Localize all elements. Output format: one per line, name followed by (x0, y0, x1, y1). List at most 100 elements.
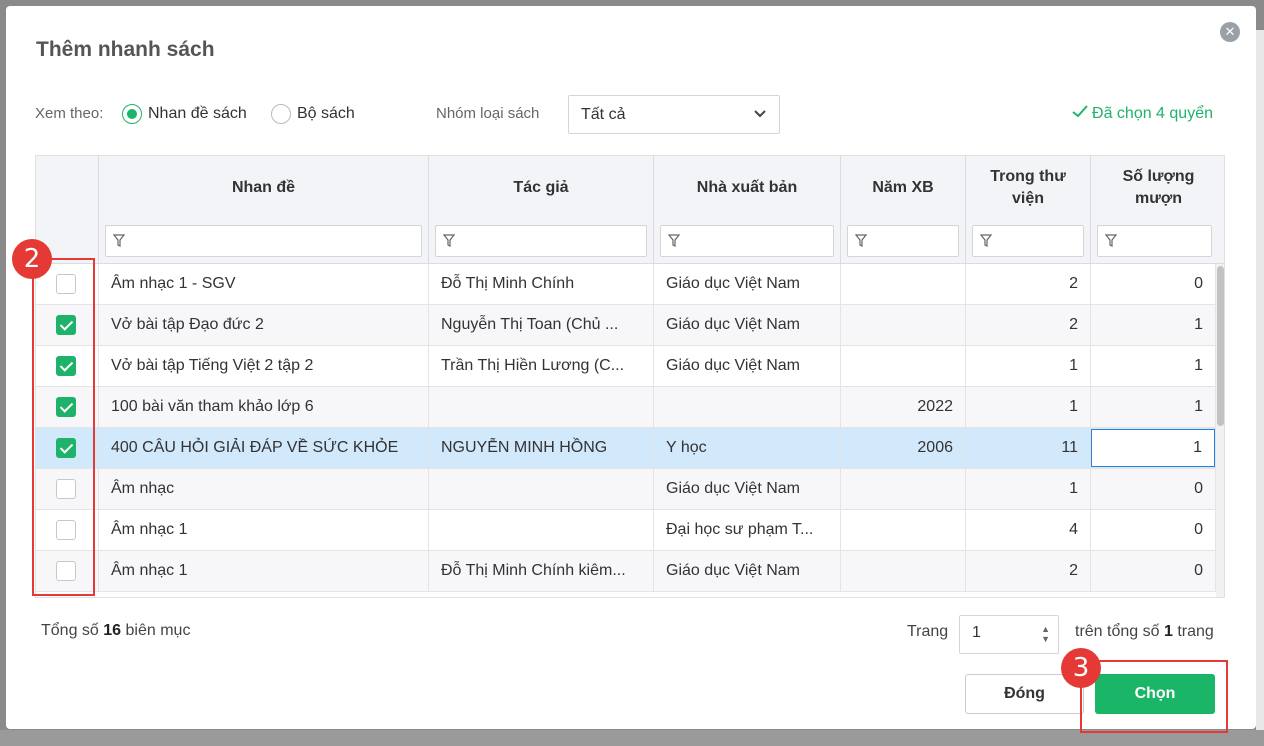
selected-count-text: Đã chọn 4 quyển (1092, 105, 1213, 122)
radio-by-series[interactable]: Bộ sách (271, 104, 355, 124)
cell-title: Âm nhạc 1 (99, 551, 429, 592)
cell-author (429, 510, 654, 551)
book-group-label: Nhóm loại sách (436, 105, 540, 122)
cell-in-library: 4 (966, 510, 1091, 551)
table-row[interactable]: Vở bài tập Đạo đức 2 Nguyễn Thị Toan (Chủ… (36, 305, 1216, 346)
cell-title: Vở bài tập Tiếng Việt 2 tập 2 (99, 346, 429, 387)
cell-title: 100 bài văn tham khảo lớp 6 (99, 387, 429, 428)
page-total-count: 1 (1163, 623, 1173, 640)
table-row[interactable]: Âm nhạc 1 Đại học sư phạm T... 4 0 (36, 510, 1216, 551)
cell-borrow-qty: 0 (1091, 264, 1216, 305)
table-row[interactable]: Âm nhạc 1 - SGV Đỗ Thị Minh Chính Giáo dục… (36, 264, 1216, 305)
cell-borrow-qty: 1 (1091, 305, 1216, 346)
selected-count-status: Đã chọn 4 quyển (1071, 105, 1213, 123)
page-number-input[interactable]: 1 ▲ ▼ (959, 615, 1059, 654)
header-borrow-qty-label: Số lượng mượn (1122, 168, 1195, 207)
table-row[interactable]: 400 CÂU HỎI GIẢI ĐÁP VỀ SỨC KHỎE NGUYỄN M… (36, 428, 1216, 469)
filter-year-input[interactable] (847, 225, 959, 257)
total-suffix: biên mục (125, 622, 191, 639)
header-author-label: Tác giả (513, 179, 569, 196)
cell-publisher (654, 387, 841, 428)
filter-in-library-input[interactable] (972, 225, 1084, 257)
cell-title: Âm nhạc (99, 469, 429, 510)
filter-icon (980, 234, 992, 247)
filter-icon (443, 234, 455, 247)
dialog-title: Thêm nhanh sách (36, 38, 215, 61)
cell-borrow-qty: 0 (1091, 510, 1216, 551)
filter-icon (855, 234, 867, 247)
cell-year (841, 346, 966, 387)
annotation-choose-highlight (1080, 660, 1228, 733)
table-row[interactable]: Vở bài tập Tiếng Việt 2 tập 2 Trần Thị Hi… (36, 346, 1216, 387)
cell-year (841, 469, 966, 510)
total-prefix: Tổng số (41, 622, 99, 639)
book-group-select[interactable]: Tất cả (568, 95, 780, 134)
scrollbar-thumb[interactable] (1217, 266, 1224, 426)
close-icon: ✕ (1224, 24, 1236, 39)
annotation-badge-2: 2 (12, 239, 52, 279)
cell-year (841, 305, 966, 346)
table-row[interactable]: 100 bài văn tham khảo lớp 6 2022 1 1 (36, 387, 1216, 428)
cell-borrow-qty: 1 (1091, 346, 1216, 387)
total-records: Tổng số 16 biên mục (41, 622, 190, 640)
filter-title-input[interactable] (105, 225, 422, 257)
filter-author-input[interactable] (435, 225, 647, 257)
cell-author: Đỗ Thị Minh Chính kiêm... (429, 551, 654, 592)
cell-in-library: 1 (966, 387, 1091, 428)
cell-in-library: 2 (966, 551, 1091, 592)
cell-author: NGUYỄN MINH HỒNG (429, 428, 654, 469)
annotation-checkbox-highlight (32, 258, 95, 596)
cell-publisher: Y học (654, 428, 841, 469)
cell-borrow-qty: 0 (1091, 469, 1216, 510)
cell-publisher: Giáo dục Việt Nam (654, 469, 841, 510)
view-by-label: Xem theo: (35, 105, 104, 122)
cell-title: Âm nhạc 1 - SGV (99, 264, 429, 305)
cell-author: Nguyễn Thị Toan (Chủ ... (429, 305, 654, 346)
table-row[interactable]: Âm nhạc Giáo dục Việt Nam 1 0 (36, 469, 1216, 510)
header-in-library-label: Trong thư viện (990, 168, 1066, 207)
cell-publisher: Giáo dục Việt Nam (654, 305, 841, 346)
cell-author (429, 387, 654, 428)
filter-bar: Xem theo: Nhan đề sách Bộ sách Nhóm loại… (35, 95, 1225, 135)
header-year: Năm XB (841, 156, 966, 264)
radio-by-title-label: Nhan đề sách (148, 105, 247, 122)
cell-in-library: 11 (966, 428, 1091, 469)
cell-publisher: Giáo dục Việt Nam (654, 346, 841, 387)
cell-title: Âm nhạc 1 (99, 510, 429, 551)
borrow-qty-input[interactable]: 1 (1091, 429, 1215, 467)
page-total-prefix: trên tổng số (1075, 623, 1160, 640)
cell-in-library: 2 (966, 264, 1091, 305)
table-header: Nhan đề Tác giả Nhà xuất bản Năm XB Tron… (36, 156, 1224, 264)
filter-borrow-qty-input[interactable] (1097, 225, 1212, 257)
radio-by-title[interactable]: Nhan đề sách (122, 104, 247, 124)
close-dialog-button[interactable]: ✕ (1220, 22, 1240, 42)
cell-title: Vở bài tập Đạo đức 2 (99, 305, 429, 346)
total-count: 16 (103, 622, 122, 639)
books-table: Nhan đề Tác giả Nhà xuất bản Năm XB Tron… (35, 155, 1225, 598)
cell-year (841, 551, 966, 592)
cell-publisher: Giáo dục Việt Nam (654, 551, 841, 592)
page-label: Trang (907, 623, 949, 640)
radio-by-series-label: Bộ sách (297, 105, 355, 122)
radio-circle-icon (271, 104, 291, 124)
header-title-label: Nhan đề (231, 179, 296, 196)
header-year-label: Năm XB (872, 179, 934, 196)
cell-year: 2006 (841, 428, 966, 469)
radio-circle-icon (122, 104, 142, 124)
annotation-badge-3: 3 (1061, 648, 1101, 688)
cell-year (841, 510, 966, 551)
filter-icon (113, 234, 125, 247)
filter-publisher-input[interactable] (660, 225, 834, 257)
page-total: trên tổng số 1 trang (1075, 623, 1214, 641)
cell-in-library: 1 (966, 469, 1091, 510)
chevron-down-icon (753, 106, 767, 123)
table-scrollbar[interactable] (1216, 264, 1224, 597)
cell-year (841, 264, 966, 305)
stepper-icon[interactable]: ▲ ▼ (1041, 624, 1050, 644)
cell-author (429, 469, 654, 510)
cell-year: 2022 (841, 387, 966, 428)
cell-in-library: 1 (966, 346, 1091, 387)
cell-publisher: Giáo dục Việt Nam (654, 264, 841, 305)
cell-author: Đỗ Thị Minh Chính (429, 264, 654, 305)
table-row[interactable]: Âm nhạc 1 Đỗ Thị Minh Chính kiêm... Giáo d… (36, 551, 1216, 592)
